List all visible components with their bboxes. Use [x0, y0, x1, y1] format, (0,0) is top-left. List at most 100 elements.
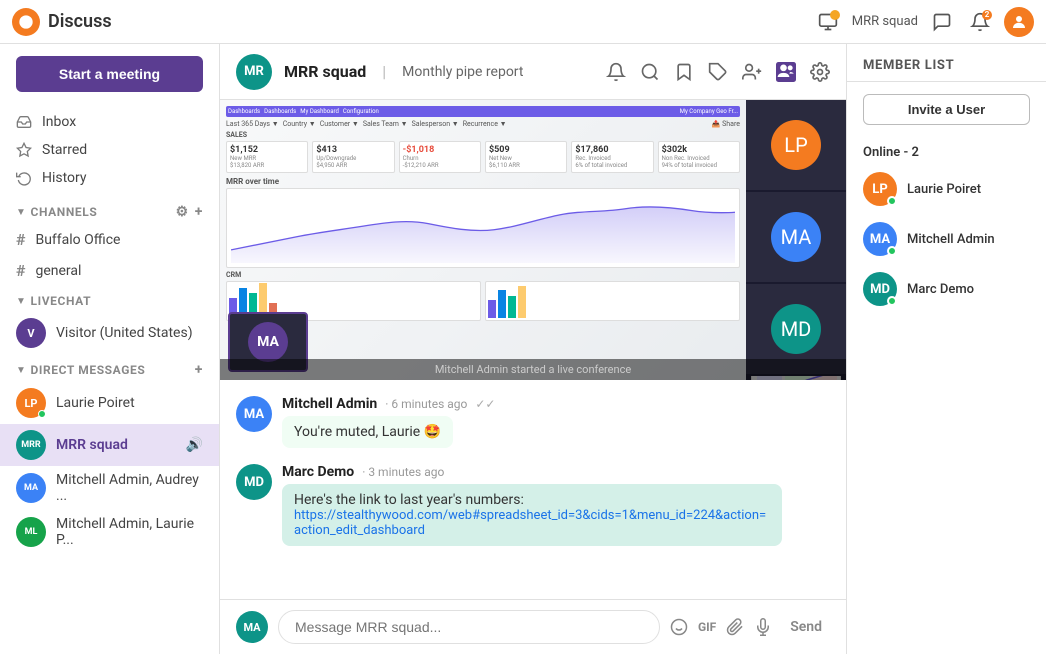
channels-label: CHANNELS — [31, 205, 98, 219]
message-input-avatar: MA — [236, 611, 268, 643]
laurie-online-dot — [38, 410, 46, 418]
sidebar-item-mitchell-laurie[interactable]: ML Mitchell Admin, Laurie P... — [0, 510, 219, 554]
sidebar-item-general[interactable]: # general — [0, 255, 219, 286]
member-item: MA Mitchell Admin — [847, 214, 1046, 264]
screen-icon[interactable] — [814, 8, 842, 36]
start-meeting-wrap: Start a meeting — [0, 44, 219, 104]
member-online-dot — [887, 196, 897, 206]
topbar: Discuss MRR squad 2 — [0, 0, 1046, 44]
conf-thumb-1: LP — [746, 100, 846, 190]
channel-name: Buffalo Office — [35, 232, 120, 248]
conference-sidebar-videos: LP MA MD — [746, 100, 846, 380]
message-content: Mitchell Admin · 6 minutes ago ✓✓ You're… — [282, 396, 830, 448]
add-member-icon[interactable] — [742, 62, 762, 82]
message-link[interactable]: https://stealthywood.com/web#spreadsheet… — [294, 508, 770, 538]
chat-header-avatar: MR — [236, 54, 272, 90]
sidebar-nav: Inbox Starred History — [0, 104, 219, 196]
gif-button[interactable]: GIF — [698, 620, 716, 634]
member-list-header: MEMBER LIST — [847, 44, 1046, 82]
dm-actions: + — [195, 362, 203, 378]
conference-status: Mitchell Admin started a live conference — [220, 359, 846, 380]
sidebar-item-laurie[interactable]: LP Laurie Poiret — [0, 382, 219, 424]
channels-section-header: ▼ CHANNELS ⚙ + — [0, 196, 219, 224]
chat-header-divider: | — [382, 62, 386, 81]
members-icon[interactable] — [776, 62, 796, 82]
notifications-badge: 2 — [982, 10, 992, 20]
sidebar-item-buffalo-office[interactable]: # Buffalo Office — [0, 224, 219, 255]
tag-icon[interactable] — [708, 62, 728, 82]
dm-label: DIRECT MESSAGES — [31, 363, 146, 377]
chat-area: MR MRR squad | Monthly pipe report Dashb… — [220, 44, 846, 654]
mitchell-audrey-avatar: MA — [16, 473, 46, 503]
app-logo — [12, 8, 40, 36]
main-layout: Start a meeting Inbox Starred History ▼ … — [0, 44, 1046, 654]
sidebar-item-mitchell-audrey[interactable]: MA Mitchell Admin, Audrey ... — [0, 466, 219, 510]
mitchell-laurie-name: Mitchell Admin, Laurie P... — [56, 516, 203, 548]
dm-collapse-arrow[interactable]: ▼ — [16, 365, 27, 376]
message-check: ✓✓ — [475, 397, 495, 411]
member-item: MD Marc Demo — [847, 264, 1046, 314]
visitor-name: Visitor (United States) — [56, 325, 193, 341]
message-content: Marc Demo · 3 minutes ago Here's the lin… — [282, 464, 830, 546]
channels-settings-icon[interactable]: ⚙ — [176, 204, 189, 220]
sidebar-item-history[interactable]: History — [0, 164, 219, 192]
start-meeting-button[interactable]: Start a meeting — [16, 56, 203, 92]
message-input[interactable] — [278, 610, 660, 644]
conf-thumb-2: MA — [746, 192, 846, 282]
dm-section-header: ▼ DIRECT MESSAGES + — [0, 354, 219, 382]
invite-user-button[interactable]: Invite a User — [863, 94, 1030, 125]
channel-hash-icon: # — [16, 261, 25, 280]
message-author: Mitchell Admin — [282, 396, 377, 412]
message-row: MA Mitchell Admin · 6 minutes ago ✓✓ You… — [236, 396, 830, 448]
livechat-collapse-arrow[interactable]: ▼ — [16, 296, 27, 307]
channels-collapse-arrow[interactable]: ▼ — [16, 207, 27, 218]
visitor-avatar: V — [16, 318, 46, 348]
member-online-dot — [887, 246, 897, 256]
sidebar-item-mrr-squad[interactable]: MRR MRR squad 🔊 — [0, 424, 219, 466]
channels-add-icon[interactable]: + — [195, 204, 203, 220]
bookmark-icon[interactable] — [674, 62, 694, 82]
chat-header-icons — [606, 62, 830, 82]
send-button[interactable]: Send — [782, 615, 830, 639]
message-header: Marc Demo · 3 minutes ago — [282, 464, 830, 480]
starred-label: Starred — [42, 142, 87, 158]
chat-header-subtitle: Monthly pipe report — [402, 64, 523, 80]
member-avatar-laurie: LP — [863, 172, 897, 206]
channel-name: general — [35, 263, 81, 279]
online-count: Online - 2 — [847, 137, 1046, 164]
member-name-laurie: Laurie Poiret — [907, 182, 981, 197]
message-row: MD Marc Demo · 3 minutes ago Here's the … — [236, 464, 830, 546]
message-author: Marc Demo — [282, 464, 354, 480]
chat-icon[interactable] — [928, 8, 956, 36]
member-name-marc: Marc Demo — [907, 282, 974, 297]
inbox-label: Inbox — [42, 114, 76, 130]
attachment-icon[interactable] — [726, 618, 744, 636]
sidebar-item-inbox[interactable]: Inbox — [0, 108, 219, 136]
input-icons: GIF — [670, 618, 772, 636]
chat-header: MR MRR squad | Monthly pipe report — [220, 44, 846, 100]
search-icon[interactable] — [640, 62, 660, 82]
sidebar-item-starred[interactable]: Starred — [0, 136, 219, 164]
conference-area: Dashboards Dashboards My Dashboard Confi… — [220, 100, 846, 380]
member-name-mitchell: Mitchell Admin — [907, 232, 995, 247]
messages-area: MA Mitchell Admin · 6 minutes ago ✓✓ You… — [220, 380, 846, 599]
user-avatar[interactable] — [1004, 7, 1034, 37]
channels-actions: ⚙ + — [176, 204, 203, 220]
laurie-avatar: LP — [16, 388, 46, 418]
bell-icon[interactable] — [606, 62, 626, 82]
message-text: Here's the link to last year's numbers: — [294, 492, 770, 508]
chat-header-name: MRR squad — [284, 62, 366, 81]
sidebar-item-visitor[interactable]: V Visitor (United States) — [0, 312, 219, 354]
dm-add-icon[interactable]: + — [195, 362, 203, 378]
conference-main-screen: Dashboards Dashboards My Dashboard Confi… — [220, 100, 746, 380]
microphone-icon[interactable] — [754, 618, 772, 636]
emoji-icon[interactable] — [670, 618, 688, 636]
settings-icon[interactable] — [810, 62, 830, 82]
mrr-squad-name: MRR squad — [56, 437, 128, 453]
app-title: Discuss — [48, 11, 806, 32]
notifications-icon[interactable]: 2 — [966, 8, 994, 36]
message-bubble-link: Here's the link to last year's numbers: … — [282, 484, 782, 546]
member-avatar-marc: MD — [863, 272, 897, 306]
mitchell-audrey-name: Mitchell Admin, Audrey ... — [56, 472, 203, 504]
message-bubble: You're muted, Laurie 🤩 — [282, 416, 453, 448]
